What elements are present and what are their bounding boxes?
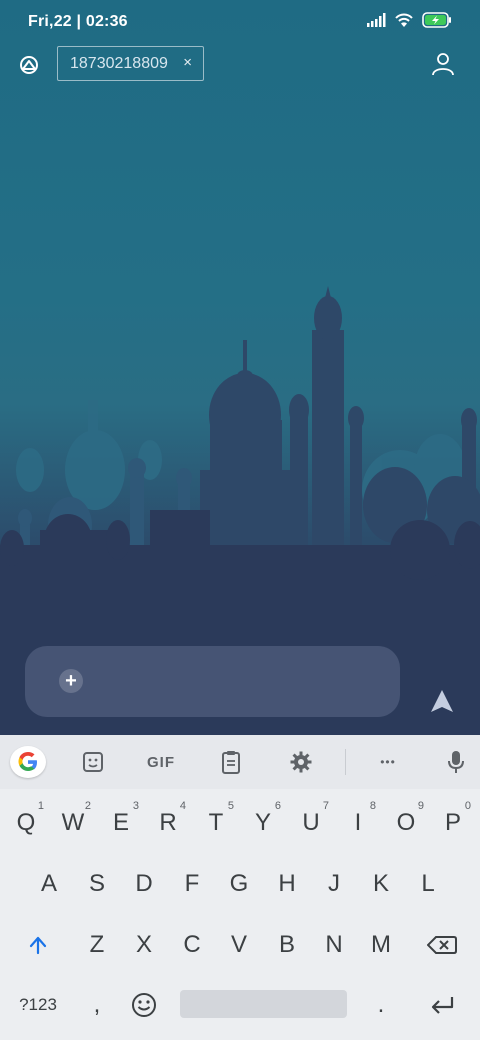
chat-background: [0, 0, 480, 735]
key-v[interactable]: V: [217, 920, 261, 970]
send-icon[interactable]: [429, 688, 455, 714]
conversation-header: 18730218809 ×: [0, 44, 480, 84]
backspace-icon[interactable]: [420, 920, 464, 970]
key-hint: 2: [84, 800, 91, 812]
symbols-key[interactable]: ?123: [16, 980, 60, 1030]
key-q[interactable]: Q1: [4, 798, 48, 848]
comma-key[interactable]: ,: [75, 980, 119, 1030]
person-icon[interactable]: [430, 51, 456, 77]
status-icons: [366, 12, 452, 28]
key-z[interactable]: Z: [75, 920, 119, 970]
space-bar[interactable]: [180, 990, 347, 1018]
key-y[interactable]: Y6: [241, 798, 285, 848]
settings-icon[interactable]: [286, 746, 316, 778]
soft-keyboard: G I F ••• Q 1 W 2 E 3 R 4 T 5 Y 6 U 7 I 8 …: [0, 735, 480, 1040]
key-r[interactable]: R4: [146, 798, 190, 848]
key-j[interactable]: J: [312, 859, 356, 909]
key-t[interactable]: T5: [194, 798, 238, 848]
key-g[interactable]: G: [217, 859, 261, 909]
toolbar-divider: [345, 749, 346, 775]
key-hint: 5: [227, 800, 234, 812]
key-h[interactable]: H: [265, 859, 309, 909]
clipboard-icon[interactable]: [216, 746, 246, 778]
key-hint: 7: [322, 800, 329, 812]
key-o[interactable]: O9: [384, 798, 428, 848]
key-x[interactable]: X: [122, 920, 166, 970]
key-d[interactable]: D: [122, 859, 166, 909]
key-s[interactable]: S: [75, 859, 119, 909]
keyboard-toolbar: GIF •••: [0, 735, 480, 789]
wifi-icon: [395, 13, 413, 27]
shift-icon[interactable]: [16, 920, 60, 970]
key-l[interactable]: L: [406, 859, 450, 909]
key-b[interactable]: B: [265, 920, 309, 970]
mic-icon[interactable]: [442, 746, 470, 778]
key-label: I: [354, 809, 362, 836]
key-m[interactable]: M: [359, 920, 403, 970]
emoji-icon[interactable]: [122, 980, 166, 1030]
recipient-number: 18730218809: [70, 54, 168, 72]
key-n[interactable]: N: [312, 920, 356, 970]
key-hint: 4: [179, 800, 186, 812]
signal-icon: [367, 13, 386, 27]
key-u[interactable]: U7: [289, 798, 333, 848]
message-input[interactable]: [95, 664, 385, 698]
battery-charging-icon: [422, 12, 451, 28]
gif-label: GIF: [147, 753, 175, 771]
key-f[interactable]: F: [170, 859, 214, 909]
key-label: W: [61, 809, 85, 836]
key-label: U: [302, 809, 320, 836]
status-time: Fri,22 | 02:36: [28, 13, 128, 30]
key-hint: 8: [369, 800, 376, 812]
key-c[interactable]: C: [170, 920, 214, 970]
key-hint: 1: [37, 800, 44, 812]
gif-button[interactable]: GIF: [142, 746, 180, 778]
key-label: T: [208, 809, 224, 836]
close-icon[interactable]: ×: [183, 54, 192, 71]
mosque-skyline-illustration: [0, 286, 480, 735]
key-label: O: [396, 809, 416, 836]
add-attachment-button[interactable]: +: [59, 669, 83, 693]
contacts-icon[interactable]: [16, 52, 42, 78]
google-icon[interactable]: [10, 746, 46, 778]
key-i[interactable]: I8: [336, 798, 380, 848]
key-e[interactable]: E3: [99, 798, 143, 848]
key-a[interactable]: A: [27, 859, 71, 909]
more-icon[interactable]: •••: [372, 746, 404, 778]
key-w[interactable]: W2: [51, 798, 95, 848]
recipient-chip[interactable]: 18730218809 ×: [57, 46, 204, 81]
key-p[interactable]: P0: [431, 798, 475, 848]
key-label: Q: [16, 809, 36, 836]
status-bar: Fri,22 | 02:36: [0, 0, 480, 44]
enter-icon[interactable]: [420, 980, 464, 1030]
period-key[interactable]: .: [359, 980, 403, 1030]
key-hint: 9: [417, 800, 424, 812]
key-label: E: [112, 809, 129, 836]
sticker-icon[interactable]: [78, 746, 108, 778]
key-hint: 3: [132, 800, 139, 812]
key-hint: 6: [274, 800, 281, 812]
key-k[interactable]: K: [359, 859, 403, 909]
key-hint: 0: [464, 800, 471, 812]
key-label: P: [444, 809, 461, 836]
key-label: R: [159, 809, 177, 836]
key-label: Y: [254, 809, 271, 836]
message-composer: +: [25, 646, 400, 717]
